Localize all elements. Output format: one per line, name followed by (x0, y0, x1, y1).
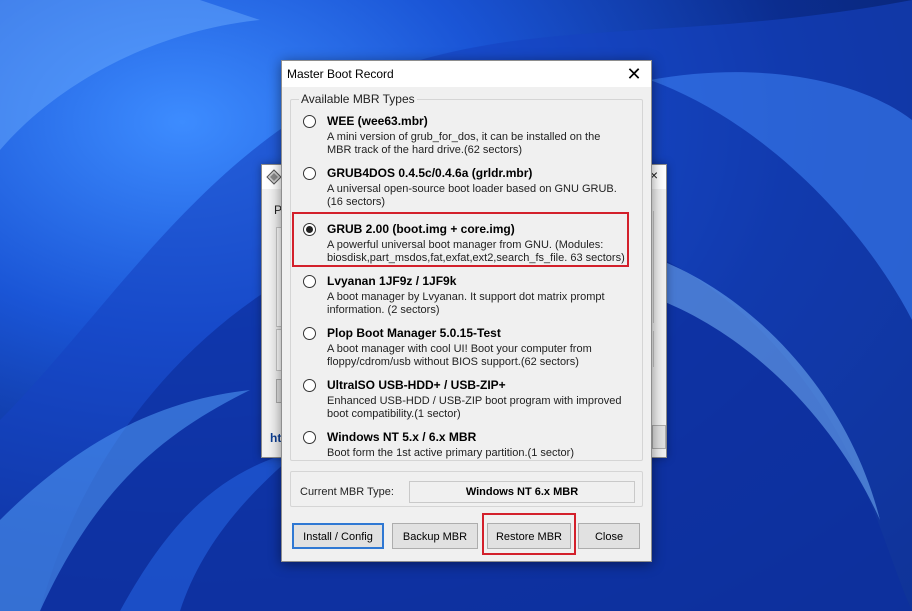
grub2-highlight-box (292, 212, 629, 267)
option-title: WEE (wee63.mbr) (327, 114, 428, 128)
radio-ultraiso[interactable] (303, 379, 316, 392)
background-panel (653, 331, 658, 367)
option-description: A universal open-source boot loader base… (327, 183, 617, 208)
option-title: GRUB4DOS 0.4.5c/0.4.6a (grldr.mbr) (327, 166, 533, 180)
option-description: Enhanced USB-HDD / USB-ZIP boot program … (327, 395, 622, 420)
dialog-titlebar: Master Boot Record ✕ (282, 61, 651, 87)
background-link[interactable]: ht (270, 431, 281, 445)
option-description: A boot manager with cool UI! Boot your c… (327, 343, 592, 368)
option-title: Windows NT 5.x / 6.x MBR (327, 430, 477, 444)
group-label: Available MBR Types (299, 92, 417, 106)
radio-grub4dos[interactable] (303, 167, 316, 180)
option-description: Boot form the 1st active primary partiti… (327, 447, 574, 459)
close-icon[interactable]: ✕ (617, 61, 651, 87)
restore-highlight-box (482, 513, 576, 555)
app-icon (266, 169, 282, 185)
current-mbr-value: Windows NT 6.x MBR (409, 481, 635, 503)
radio-plop[interactable] (303, 327, 316, 340)
close-button[interactable]: Close (578, 523, 640, 549)
current-mbr-label: Current MBR Type: (300, 486, 394, 498)
radio-wee[interactable] (303, 115, 316, 128)
option-title: UltraISO USB-HDD+ / USB-ZIP+ (327, 378, 506, 392)
mbr-types-group: Available MBR Types WEE (wee63.mbr) A mi… (290, 92, 643, 461)
option-description: A boot manager by Lvyanan. It support do… (327, 291, 605, 316)
master-boot-record-dialog: Master Boot Record ✕ Available MBR Types… (281, 60, 652, 562)
radio-lvyanan[interactable] (303, 275, 316, 288)
dialog-title: Master Boot Record (287, 67, 394, 81)
backup-mbr-button[interactable]: Backup MBR (392, 523, 478, 549)
current-mbr-group: Current MBR Type: Windows NT 6.x MBR (290, 471, 643, 507)
background-panel (653, 211, 658, 323)
option-title: Plop Boot Manager 5.0.15-Test (327, 326, 501, 340)
install-config-button[interactable]: Install / Config (292, 523, 384, 549)
background-button[interactable] (652, 425, 666, 449)
option-description: A mini version of grub_for_dos, it can b… (327, 131, 601, 156)
radio-windows-nt[interactable] (303, 431, 316, 444)
option-title: Lvyanan 1JF9z / 1JF9k (327, 274, 457, 288)
